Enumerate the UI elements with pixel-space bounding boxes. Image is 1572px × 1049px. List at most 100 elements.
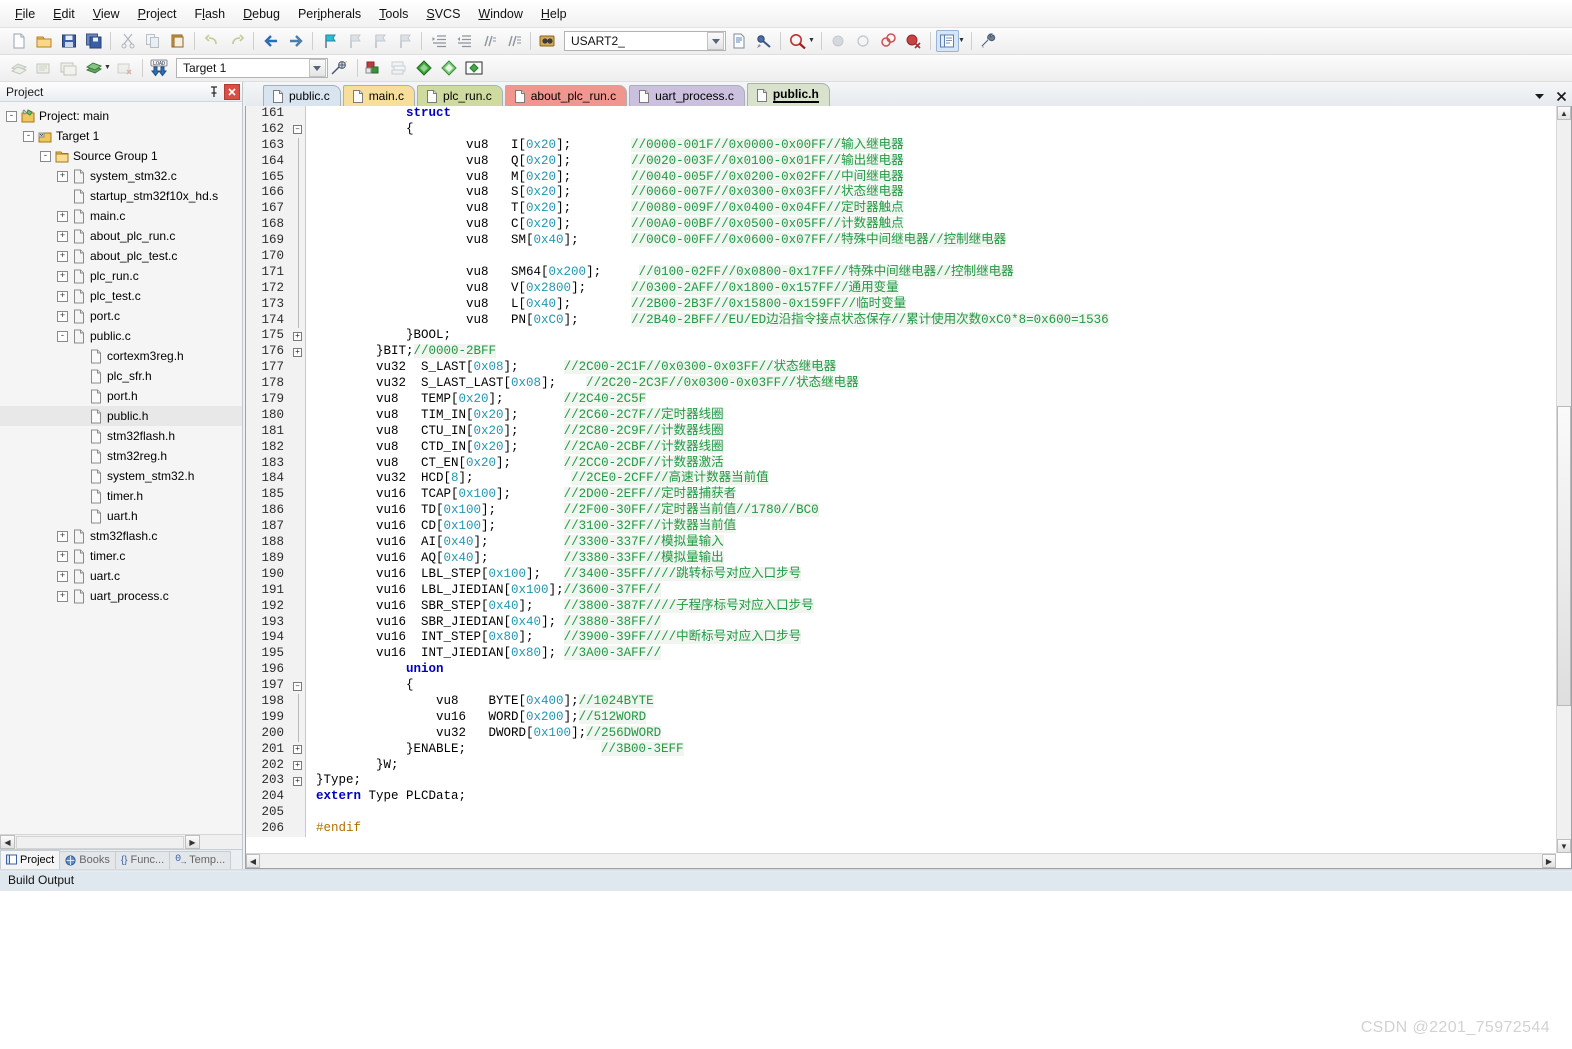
code-line[interactable]: 182 vu8 CTD_IN[0x20]; //2CA0-2CBF//计数器线圈 xyxy=(246,439,1556,456)
code-text[interactable]: vu8 I[0x20]; //0000-001F//0x0000-0x00FF/… xyxy=(306,137,1556,154)
find-combo-arrow[interactable] xyxy=(707,32,724,50)
editor-tab-plc-run-c[interactable]: plc_run.c xyxy=(417,85,503,106)
fold-gutter[interactable] xyxy=(290,789,306,806)
fold-gutter[interactable] xyxy=(290,360,306,377)
fold-gutter[interactable] xyxy=(290,630,306,647)
comment-icon[interactable] xyxy=(477,30,500,52)
tree-item-main-c[interactable]: + main.c xyxy=(0,206,242,226)
code-text[interactable]: vu16 WORD[0x200];//512WORD xyxy=(306,709,1556,726)
code-line[interactable]: 200 vu32 DWORD[0x100];//256DWORD xyxy=(246,725,1556,742)
target-combo[interactable]: Target 1 xyxy=(175,58,328,78)
code-text[interactable]: vu16 AI[0x40]; //3300-337F//模拟量输入 xyxy=(306,535,1556,551)
indent-left-icon[interactable] xyxy=(452,30,475,52)
fold-gutter[interactable] xyxy=(290,407,306,424)
undo-icon[interactable] xyxy=(200,30,223,52)
fold-gutter[interactable] xyxy=(290,519,306,536)
close-icon[interactable] xyxy=(1554,89,1568,103)
fold-gutter[interactable] xyxy=(290,312,306,329)
tree-item-public-h[interactable]: public.h xyxy=(0,406,242,426)
code-line[interactable]: 194 vu16 INT_STEP[0x80]; //3900-39FF////… xyxy=(246,630,1556,647)
tree-item-cortexm3reg-h[interactable]: cortexm3reg.h xyxy=(0,346,242,366)
code-text[interactable]: vu8 TEMP[0x20]; //2C40-2C5F xyxy=(306,392,1556,408)
manage-run-time-icon[interactable] xyxy=(438,57,461,79)
code-text[interactable]: vu8 CT_EN[0x20]; //2CC0-2CDF//计数器激活 xyxy=(306,455,1556,472)
fold-gutter[interactable]: + xyxy=(290,773,306,790)
tree-item-timer-h[interactable]: timer.h xyxy=(0,486,242,506)
open-folder-icon[interactable] xyxy=(32,30,55,52)
code-text[interactable]: vu16 SBR_JIEDIAN[0x40]; //3880-38FF// xyxy=(306,614,1556,631)
fold-gutter[interactable] xyxy=(290,614,306,631)
navigate-forward-icon[interactable] xyxy=(284,30,307,52)
fold-gutter[interactable]: + xyxy=(290,757,306,774)
code-hscrollbar[interactable]: ◀ ▶ xyxy=(246,853,1556,868)
code-line[interactable]: 201 + }ENABLE; //3B00-3EFF xyxy=(246,741,1556,758)
code-text[interactable]: vu8 C[0x20]; //00A0-00BF//0x0500-0x05FF/… xyxy=(306,217,1556,233)
menu-item-svcs[interactable]: SVCS xyxy=(417,3,469,25)
panel-tab-project[interactable]: Project xyxy=(0,850,61,869)
code-text[interactable]: extern Type PLCData; xyxy=(306,789,1556,805)
code-text[interactable]: vu8 CTU_IN[0x20]; //2C80-2C9F//计数器线圈 xyxy=(306,423,1556,440)
copy-icon[interactable] xyxy=(141,30,164,52)
fold-gutter[interactable]: + xyxy=(290,741,306,758)
code-lines[interactable]: 161 struct 162– {163 vu8 I[0x20]; //0000-… xyxy=(246,106,1556,853)
multi-project-icon[interactable] xyxy=(388,57,411,79)
code-line[interactable]: 175 + }BOOL; xyxy=(246,328,1556,345)
expand-toggle-icon[interactable]: + xyxy=(57,530,68,542)
code-line[interactable]: 188 vu16 AI[0x40]; //3300-337F//模拟量输入 xyxy=(246,535,1556,551)
code-text[interactable]: vu16 CD[0x100]; //3100-32FF//计数器当前值 xyxy=(306,519,1556,535)
code-line[interactable]: 178 vu32 S_LAST_LAST[0x08]; //2C20-2C3F/… xyxy=(246,376,1556,393)
cut-icon[interactable] xyxy=(116,30,139,52)
code-line[interactable]: 181 vu8 CTU_IN[0x20]; //2C80-2C9F//计数器线圈 xyxy=(246,423,1556,440)
panel-tab-temp[interactable]: 0→ Temp... xyxy=(169,851,232,869)
project-tree-hscrollbar[interactable]: ◀ ▶ xyxy=(0,834,242,849)
find-input[interactable]: USART2_ xyxy=(571,34,707,48)
code-line[interactable]: 193 vu16 SBR_JIEDIAN[0x40]; //3880-38FF/… xyxy=(246,614,1556,631)
code-line[interactable]: 162– { xyxy=(246,121,1556,138)
code-text[interactable]: struct xyxy=(306,106,1556,122)
fold-gutter[interactable] xyxy=(290,169,306,186)
code-text[interactable]: vu8 Q[0x20]; //0020-003F//0x0100-0x01FF/… xyxy=(306,153,1556,170)
expand-toggle-icon[interactable]: + xyxy=(57,570,68,582)
fold-gutter[interactable] xyxy=(290,471,306,488)
fold-gutter[interactable] xyxy=(290,217,306,234)
code-line[interactable]: 183 vu8 CT_EN[0x20]; //2CC0-2CDF//计数器激活 xyxy=(246,455,1556,472)
fold-gutter[interactable] xyxy=(290,455,306,472)
code-text[interactable]: vu16 INT_JIEDIAN[0x80]; //3A00-3AFF// xyxy=(306,646,1556,662)
code-line[interactable]: 165 vu8 M[0x20]; //0040-005F//0x0200-0x0… xyxy=(246,169,1556,186)
manage-project-items-icon[interactable] xyxy=(363,57,386,79)
configure-icon[interactable] xyxy=(752,30,775,52)
fold-gutter[interactable] xyxy=(290,106,306,122)
code-line[interactable]: 196 union xyxy=(246,662,1556,679)
expand-toggle-icon[interactable]: + xyxy=(57,290,68,302)
menu-item-view[interactable]: View xyxy=(84,3,129,25)
fold-gutter[interactable] xyxy=(290,598,306,615)
fold-gutter[interactable] xyxy=(290,535,306,551)
fold-gutter[interactable] xyxy=(290,582,306,599)
code-line[interactable]: 180 vu8 TIM_IN[0x20]; //2C60-2C7F//定时器线圈 xyxy=(246,407,1556,424)
fold-gutter[interactable] xyxy=(290,646,306,663)
code-line[interactable]: 206 #endif xyxy=(246,821,1556,837)
fold-gutter[interactable] xyxy=(290,805,306,822)
code-line[interactable]: 191 vu16 LBL_JIEDIAN[0x100];//3600-37FF/… xyxy=(246,582,1556,599)
code-text[interactable]: vu8 PN[0xC0]; //2B40-2BFF//EU/ED边沿指令接点状态… xyxy=(306,312,1556,329)
code-text[interactable]: #endif xyxy=(306,821,1556,837)
code-text[interactable]: }BOOL; xyxy=(306,328,1556,344)
chevron-down-icon[interactable] xyxy=(1532,89,1546,103)
code-text[interactable]: vu8 SM64[0x200]; //0100-02FF//0x0800-0x1… xyxy=(306,264,1556,281)
fold-gutter[interactable] xyxy=(290,487,306,504)
debug-session-icon[interactable] xyxy=(786,30,809,52)
bookmark-clear-icon[interactable] xyxy=(393,30,416,52)
target-combo-arrow[interactable] xyxy=(308,59,326,77)
fold-gutter[interactable] xyxy=(290,725,306,742)
wrench-icon[interactable] xyxy=(977,30,1000,52)
chevron-down-icon[interactable]: ▼ xyxy=(958,30,965,52)
code-text[interactable]: vu8 CTD_IN[0x20]; //2CA0-2CBF//计数器线圈 xyxy=(306,439,1556,456)
tree-item-port-h[interactable]: port.h xyxy=(0,386,242,406)
tree-item-target-1[interactable]: - Target 1 xyxy=(0,126,242,146)
find-combo[interactable]: USART2_ xyxy=(564,31,726,51)
code-line[interactable]: 163 vu8 I[0x20]; //0000-001F//0x0000-0x0… xyxy=(246,137,1556,154)
code-text[interactable]: { xyxy=(306,678,1556,694)
scroll-thumb[interactable] xyxy=(16,835,184,849)
code-line[interactable]: 169 vu8 SM[0x40]; //00C0-00FF//0x0600-0x… xyxy=(246,233,1556,250)
fold-gutter[interactable] xyxy=(290,296,306,313)
